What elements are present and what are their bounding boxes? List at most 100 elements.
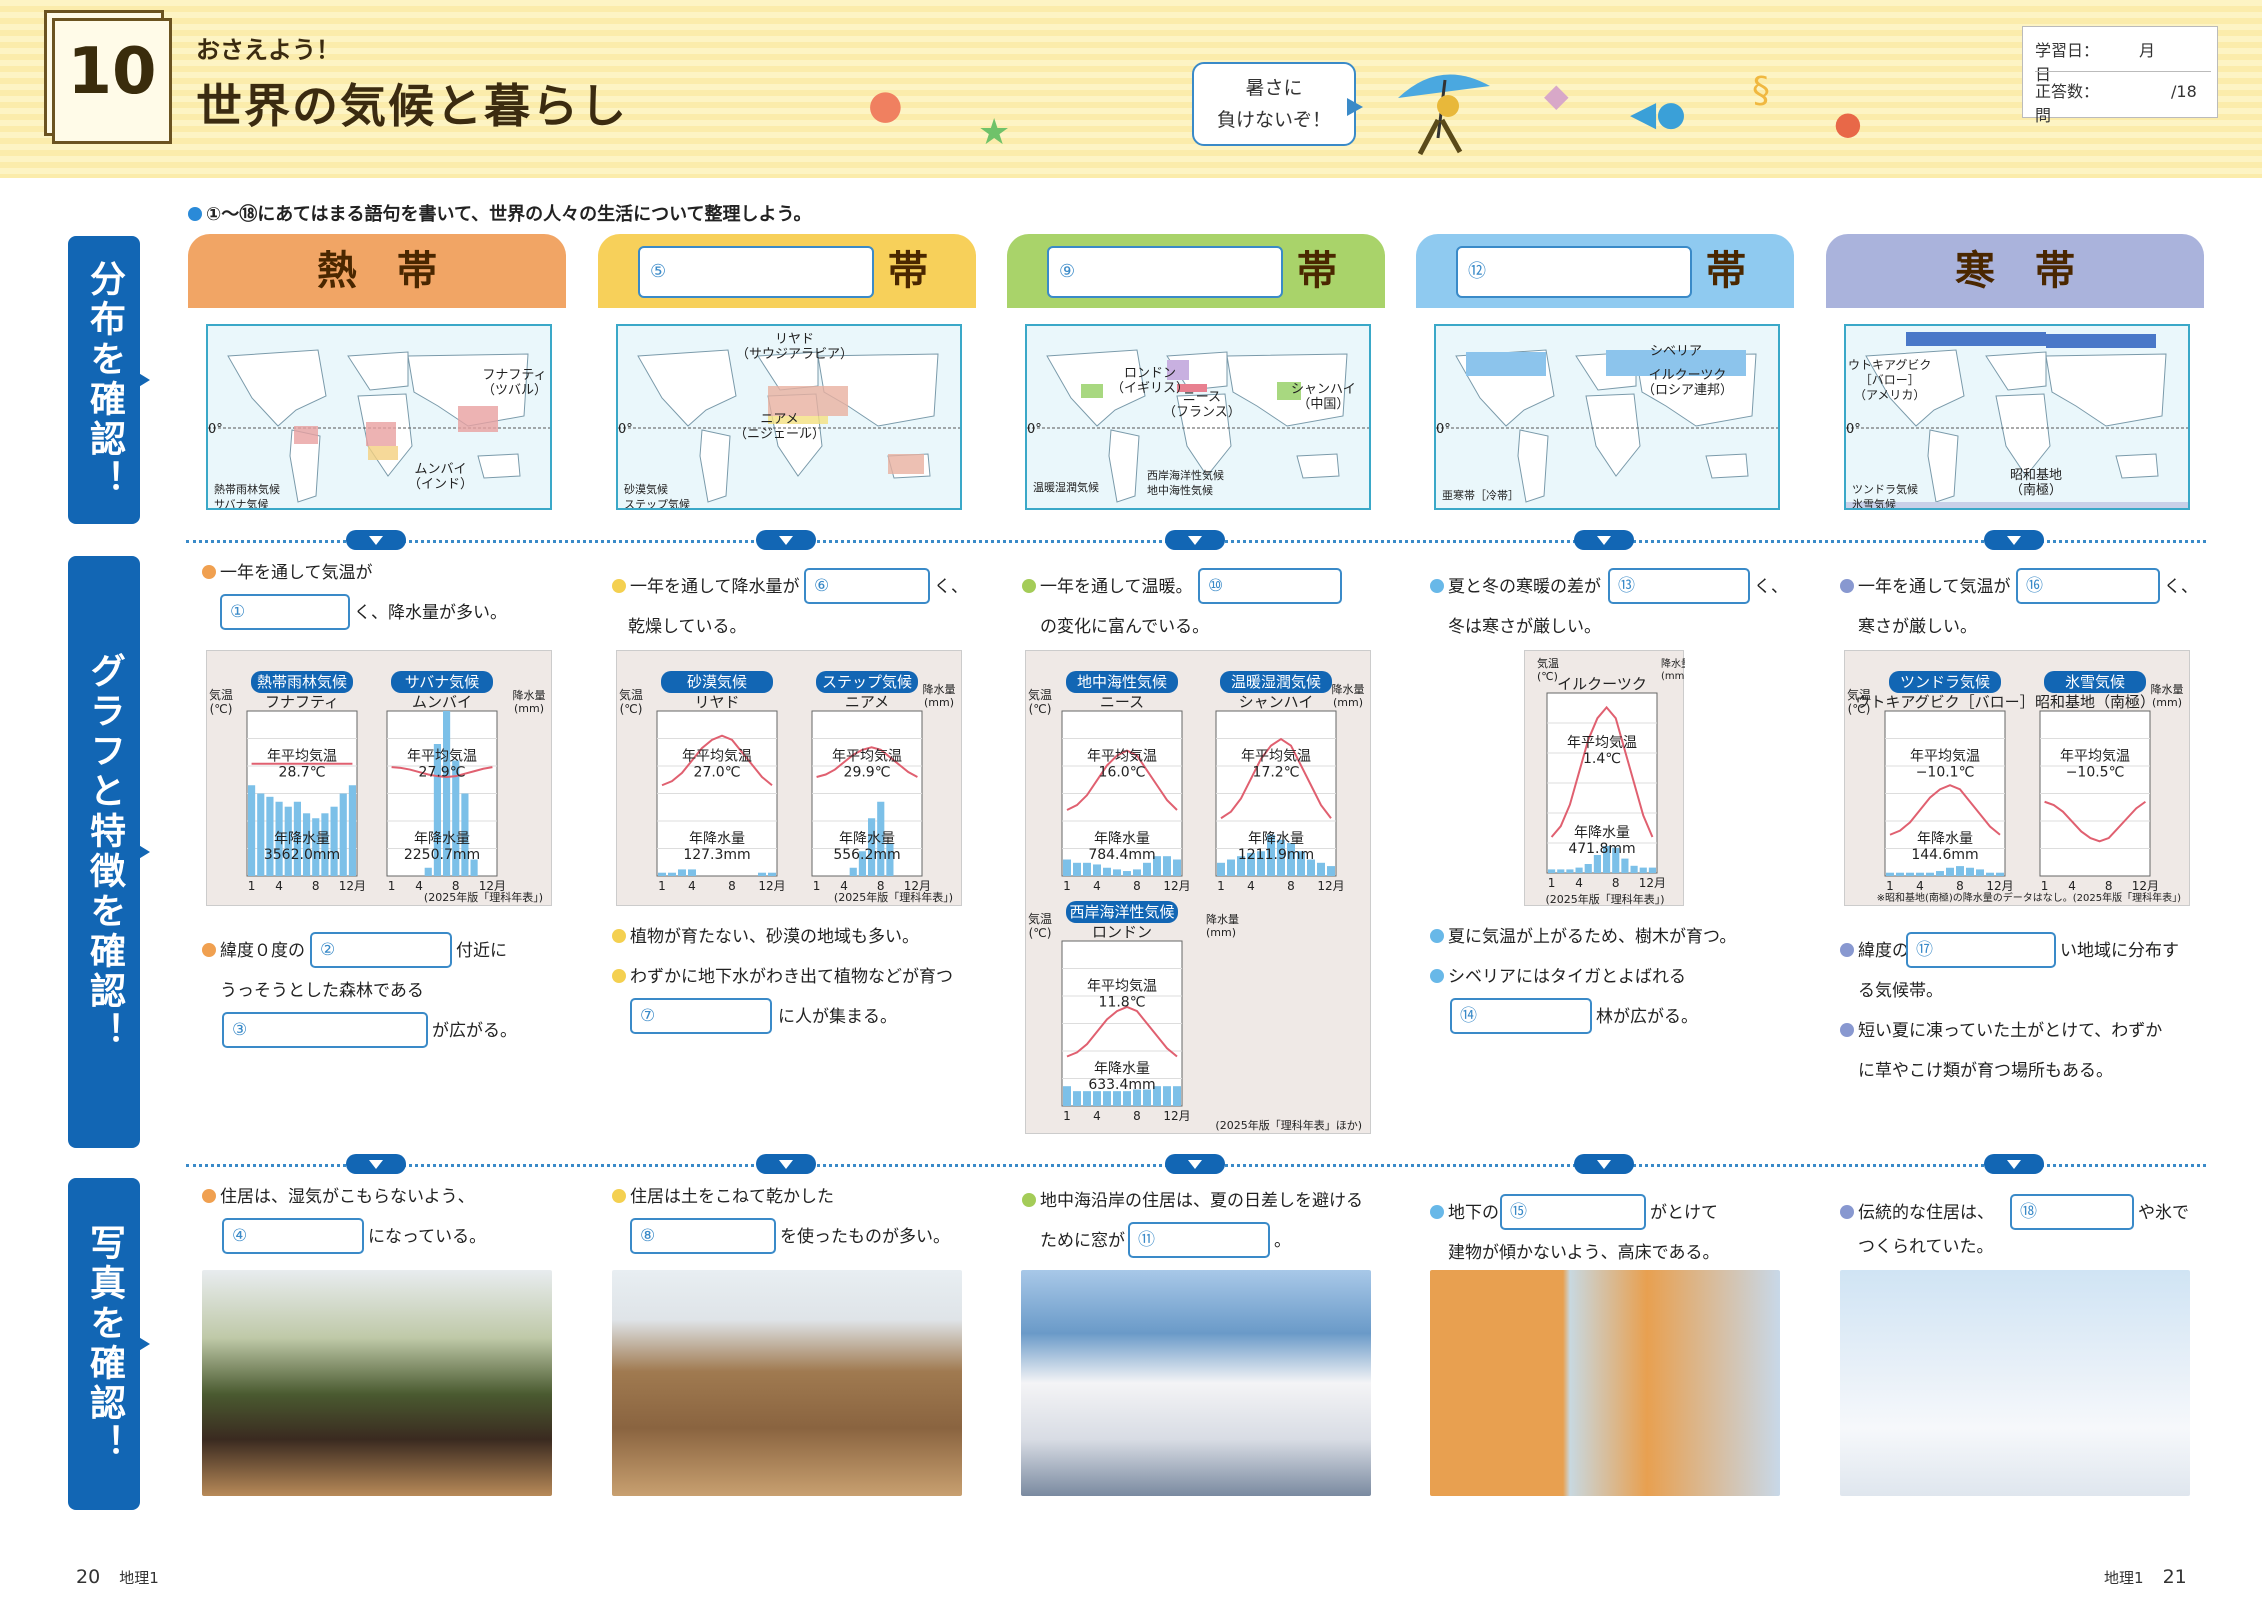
- text-line: 住居は、湿気がこもらないよう、: [202, 1186, 475, 1208]
- seahorse-icon: §: [1752, 70, 1770, 111]
- month-tick: 12月: [1163, 1109, 1190, 1123]
- precip-bar: [1217, 862, 1225, 876]
- precip-bar: [1093, 1091, 1101, 1106]
- month-tick: 1: [2041, 879, 2049, 893]
- axis-label: (℃): [1537, 670, 1558, 683]
- text-line: 地中海沿岸の住居は、夏の日差しを避ける: [1022, 1190, 1363, 1212]
- chart-city: ニース: [1100, 693, 1144, 711]
- sidebar-graph: グラフと特徴を確認！: [68, 556, 150, 1148]
- axis-label: (mm): [1206, 926, 1236, 939]
- month-tick: 1: [1217, 879, 1225, 893]
- text-line: 一年を通して気温が: [202, 562, 373, 584]
- bubble-line-1: 暑さに: [1245, 77, 1303, 99]
- text-line: がとけて: [1650, 1203, 1718, 1223]
- answer-field-2[interactable]: ②: [310, 932, 452, 968]
- map-label: ウトキアグビク ［バロー］ （アメリカ）: [1848, 358, 1932, 402]
- unit-number: 10: [67, 35, 157, 109]
- text-line: シベリアにはタイガとよばれる: [1430, 966, 1686, 988]
- axis-label: 降水量: [1206, 912, 1239, 926]
- precip-bar: [1173, 1086, 1181, 1106]
- text-line: く、: [934, 577, 968, 597]
- map-label: フナフティ （ツバル）: [482, 368, 548, 398]
- legend-item: サバナ気候: [214, 498, 269, 510]
- precip-bar: [758, 872, 766, 876]
- axis-label: 降水量: [1332, 682, 1365, 696]
- month-tick: 8: [1287, 879, 1295, 893]
- precip-bar: [1063, 859, 1071, 876]
- text-line: 緯度０度の: [202, 940, 305, 962]
- precip-bar: [339, 793, 347, 876]
- precip-label: 471.8mm: [1568, 841, 1635, 857]
- month-tick: 4: [1093, 879, 1101, 893]
- chart-svg: 気温(℃)地中海性気候ニース年平均気温16.0℃年降水量784.4mm1 4 8 12…: [1028, 671, 1365, 1132]
- axis-label: (℃): [210, 702, 233, 716]
- temp-label: 27.0℃: [694, 765, 741, 781]
- month-tick: 4: [1916, 879, 1924, 893]
- answer-field-15[interactable]: ⑮: [1500, 1194, 1646, 1230]
- axis-label: (mm): [1333, 696, 1363, 709]
- answer-field-1[interactable]: ①: [220, 594, 350, 630]
- temp-label: 1.4℃: [1583, 751, 1621, 767]
- axis-label: 気温: [209, 687, 233, 702]
- map-polar: 0° ウトキアグビク ［バロー］ （アメリカ） 昭和基地 （南極） ツンドラ気候…: [1844, 324, 2190, 510]
- precip-bar: [1103, 1091, 1111, 1106]
- text: 地中海沿岸の住居は、夏の日差しを避ける: [1040, 1191, 1363, 1211]
- map-legend: 熱帯雨林気候 サバナ気候: [214, 482, 280, 510]
- answer-field-13[interactable]: ⑬: [1608, 568, 1750, 604]
- month-tick: 12月: [1639, 876, 1666, 890]
- text: 伝統的な住居は、: [1858, 1203, 1994, 1223]
- map-label: リヤド （サウジアラビア）: [736, 332, 854, 362]
- chart-city: フナフティ: [265, 693, 339, 711]
- arrow-down-icon: [346, 530, 406, 550]
- text: 夏に気温が上がるため、樹木が育つ。: [1448, 927, 1737, 947]
- arrow-down-icon: [1165, 1154, 1225, 1174]
- precip-bar: [1143, 862, 1151, 876]
- map-label: イルクーツク （ロシア連邦）: [1642, 368, 1734, 398]
- answer-field-11[interactable]: ⑪: [1128, 1222, 1270, 1258]
- text: 住居は、湿気がこもらないよう、: [220, 1187, 475, 1207]
- answer-field-6[interactable]: ⑥: [804, 568, 930, 604]
- instruction: ①〜⑱にあてはまる語句を書いて、世界の人々の生活について整理しよう。: [188, 200, 811, 226]
- answer-field-12[interactable]: ⑫: [1456, 246, 1692, 298]
- answer-field-17[interactable]: ⑰: [1906, 932, 2056, 968]
- precip-bar: [1946, 867, 1954, 876]
- answer-field-3[interactable]: ③: [222, 1012, 428, 1048]
- character-umbrella-icon: [1398, 74, 1490, 156]
- answer-field-10[interactable]: ⑩: [1198, 568, 1342, 604]
- month-tick: 4: [688, 879, 696, 893]
- text-line: が広がる。: [432, 1021, 517, 1041]
- month-tick: 8: [1133, 1109, 1141, 1123]
- text: 一年を通して気温が: [220, 563, 373, 583]
- answer-field-5[interactable]: ⑤: [638, 246, 874, 298]
- climate-chart-subarctic: 気温(℃)イルクーツク年平均気温1.4℃ 年降水量471.8mm 1 4 8 12月 降水量…: [1524, 650, 1691, 906]
- chart-title: ツンドラ気候: [1900, 673, 1990, 691]
- photo-mud-brick-house: [612, 1270, 962, 1496]
- temp-label: 16.0℃: [1099, 765, 1146, 781]
- precip-bar: [1566, 869, 1574, 873]
- month-tick: 4: [2068, 879, 2076, 893]
- answer-field-7[interactable]: ⑦: [630, 998, 772, 1034]
- arrow-down-icon: [346, 1154, 406, 1174]
- axis-label: (mm): [1661, 671, 1685, 682]
- map-temperate: 0° ロンドン （イギリス） ニース （フランス） シャンハイ （中国） 温暖湿…: [1025, 324, 1371, 510]
- answer-field-16[interactable]: ⑯: [2016, 568, 2160, 604]
- bullet-icon: [1840, 943, 1854, 957]
- map-label: 昭和基地 （南極）: [2010, 468, 2063, 498]
- month-tick: 4: [1093, 1109, 1101, 1123]
- precip-bar: [1093, 864, 1101, 876]
- temp-label: 年平均気温: [1910, 749, 1980, 765]
- text-line: 緯度の: [1840, 940, 1909, 962]
- answer-field-18[interactable]: ⑱: [2010, 1194, 2134, 1230]
- precip-bar: [1113, 869, 1121, 876]
- month-tick: 4: [275, 879, 283, 893]
- answer-field-9[interactable]: ⑨: [1047, 246, 1283, 298]
- answer-field-8[interactable]: ⑧: [630, 1218, 776, 1254]
- precip-bar: [1886, 872, 1894, 876]
- answer-field-14[interactable]: ⑭: [1450, 998, 1592, 1034]
- fish-icon: ◀●: [1630, 94, 1686, 134]
- precip-label: 年降水量: [414, 831, 470, 847]
- precip-label: 年降水量: [1917, 831, 1973, 847]
- text-line: や氷で: [2138, 1203, 2189, 1223]
- temp-label: 年平均気温: [267, 749, 337, 765]
- answer-field-4[interactable]: ④: [222, 1218, 364, 1254]
